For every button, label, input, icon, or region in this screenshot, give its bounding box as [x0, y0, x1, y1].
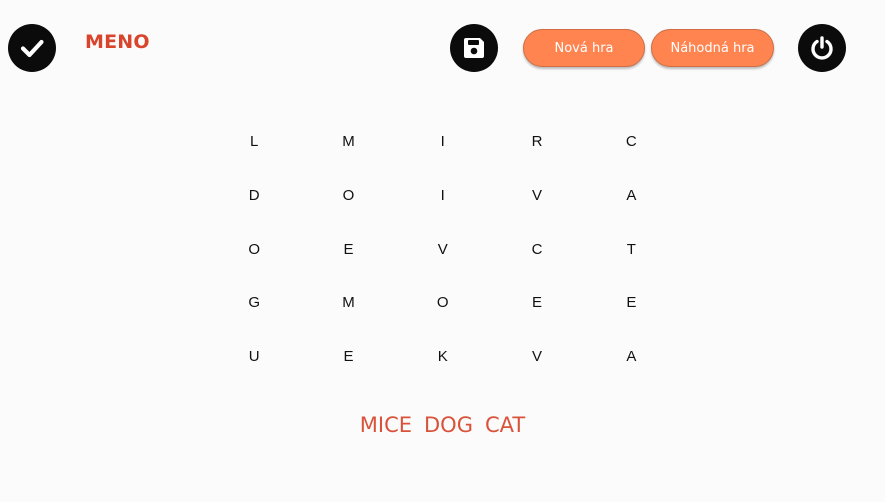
grid-cell[interactable]: I	[396, 169, 490, 223]
save-icon[interactable]	[450, 24, 498, 72]
grid-cell[interactable]: L	[207, 115, 301, 169]
grid-cell[interactable]: G	[207, 276, 301, 330]
word-list: MICE DOG CAT	[0, 413, 885, 437]
grid-cell[interactable]: D	[207, 169, 301, 223]
grid-cell[interactable]: C	[490, 222, 584, 276]
word-item: DOG	[424, 413, 473, 437]
player-name-label: MENO	[85, 31, 150, 53]
letter-grid: L M I R C D O I V A O E V C T G M O E E …	[207, 115, 678, 383]
grid-cell[interactable]: M	[301, 115, 395, 169]
grid-cell[interactable]: U	[207, 330, 301, 384]
random-game-button[interactable]: Náhodná hra	[651, 29, 774, 67]
grid-cell[interactable]: O	[207, 222, 301, 276]
grid-cell[interactable]: V	[490, 169, 584, 223]
grid-cell[interactable]: K	[396, 330, 490, 384]
grid-cell[interactable]: E	[301, 330, 395, 384]
word-item: MICE	[359, 413, 413, 437]
word-item: CAT	[485, 413, 526, 437]
grid-cell[interactable]: T	[584, 222, 678, 276]
new-game-button[interactable]: Nová hra	[523, 29, 645, 67]
grid-cell[interactable]: I	[396, 115, 490, 169]
grid-cell[interactable]: M	[301, 276, 395, 330]
grid-cell[interactable]: A	[584, 169, 678, 223]
grid-cell[interactable]: R	[490, 115, 584, 169]
grid-cell[interactable]: O	[301, 169, 395, 223]
grid-cell[interactable]: V	[490, 330, 584, 384]
grid-cell[interactable]: A	[584, 330, 678, 384]
grid-cell[interactable]: C	[584, 115, 678, 169]
power-icon[interactable]	[798, 24, 846, 72]
grid-cell[interactable]: E	[584, 276, 678, 330]
grid-cell[interactable]: O	[396, 276, 490, 330]
grid-cell[interactable]: E	[301, 222, 395, 276]
grid-cell[interactable]: E	[490, 276, 584, 330]
check-icon[interactable]	[8, 24, 56, 72]
grid-cell[interactable]: V	[396, 222, 490, 276]
